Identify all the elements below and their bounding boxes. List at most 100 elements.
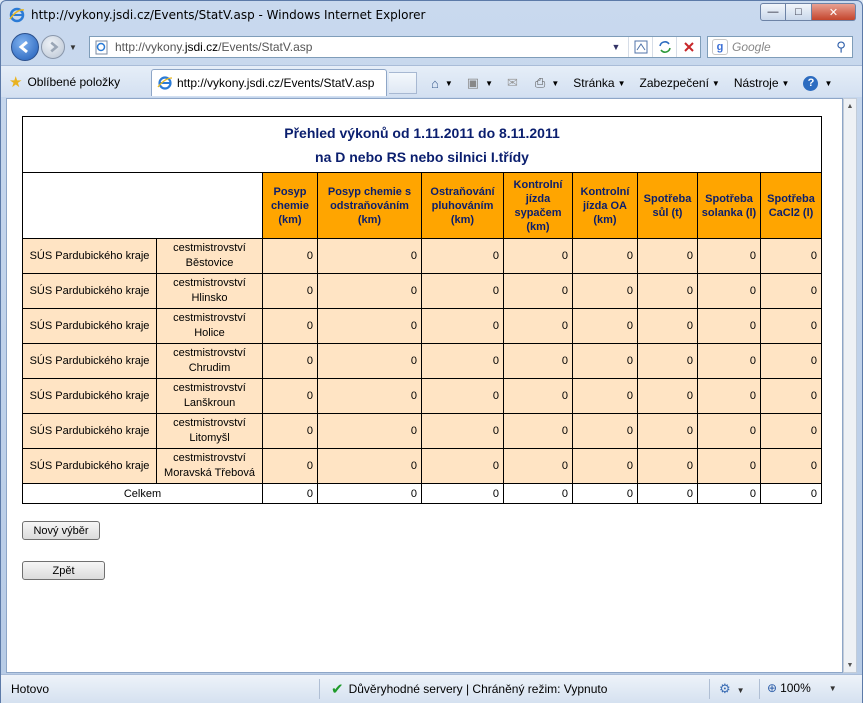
org-cell: SÚS Pardubického kraje <box>22 343 157 379</box>
org-cell: SÚS Pardubického kraje <box>22 448 157 484</box>
value-cell: 0 <box>503 343 573 379</box>
value-cell: 0 <box>760 308 822 344</box>
minimize-button[interactable]: — <box>760 3 786 21</box>
value-cell: 0 <box>572 448 638 484</box>
value-cell: 0 <box>421 308 504 344</box>
url-text[interactable]: http://vykony.jsdi.cz/Events/StatV.asp <box>115 40 604 54</box>
unit-name: Lanškroun <box>183 397 236 409</box>
table-row: SÚS Pardubického kraje cestmistrovství Lan… <box>22 378 822 414</box>
google-icon[interactable]: g <box>712 39 728 55</box>
forward-button[interactable] <box>41 35 65 59</box>
value-cell: 0 <box>697 238 761 274</box>
value-cell: 0 <box>503 238 573 274</box>
history-dropdown-icon[interactable]: ▼ <box>69 43 77 52</box>
value-cell: 0 <box>317 378 422 414</box>
tab-current[interactable]: http://vykony.jsdi.cz/Events/StatV.asp <box>151 69 387 96</box>
tab-row: ★ Oblíbené položky http://vykony.jsdi.cz… <box>1 65 862 97</box>
tools-menu[interactable]: Nástroje ▼ <box>734 76 790 90</box>
value-cell: 0 <box>637 238 698 274</box>
table-body: SÚS Pardubického kraje cestmistrovství Běs… <box>22 238 822 484</box>
favorites-button[interactable]: ★ Oblíbené položky <box>9 72 120 92</box>
url-prefix: http://vykony. <box>115 40 185 54</box>
print-dropdown-icon[interactable]: ▼ <box>551 79 559 88</box>
search-box[interactable]: g Google ⚲ <box>707 36 853 58</box>
back-page-button[interactable]: Zpět <box>22 561 105 580</box>
help-button[interactable]: ? ▼ <box>803 75 833 91</box>
mail-button[interactable]: ✉ <box>507 75 521 91</box>
home-dropdown-icon[interactable]: ▼ <box>445 79 453 88</box>
page-menu[interactable]: Stránka ▼ <box>573 76 625 90</box>
page-menu-label: Stránka <box>573 76 615 90</box>
command-bar: ⌂ ▼ ▣ ▼ ✉ ⎙ ▼ Stránka ▼ Zabezpečení ▼ Nástroj… <box>431 72 846 94</box>
address-dropdown-icon[interactable]: ▼ <box>604 37 628 57</box>
search-input[interactable]: Google <box>732 40 830 54</box>
home-icon: ⌂ <box>431 75 439 91</box>
favorites-star-icon: ★ <box>9 74 23 91</box>
new-selection-button[interactable]: Nový výběr <box>22 521 100 540</box>
value-cell: 0 <box>572 308 638 344</box>
feeds-button[interactable]: ▣ ▼ <box>467 75 493 91</box>
value-cell: 0 <box>760 273 822 309</box>
total-cell: 0 <box>572 483 638 504</box>
report-title-cell: Přehled výkonů od 1.11.2011 do 8.11.2011… <box>22 116 822 173</box>
stop-icon[interactable] <box>676 37 700 57</box>
compatibility-view-icon[interactable] <box>628 37 652 57</box>
protected-mode-button[interactable]: ⚙ ▼ <box>719 681 745 697</box>
window-title: http://vykony.jsdi.cz/Events/StatV.asp -… <box>31 8 426 22</box>
vertical-scrollbar[interactable]: ▲ ▼ <box>843 98 857 673</box>
table-row: SÚS Pardubického kraje cestmistrovství Hli… <box>22 273 822 309</box>
unit-cell: cestmistrovství Holice <box>156 308 263 344</box>
zoom-icon: ⊕ <box>767 681 778 695</box>
column-header-row: Posyp chemie (km) Posyp chemie s odstraň… <box>22 172 822 239</box>
address-bar[interactable]: http://vykony.jsdi.cz/Events/StatV.asp ▼ <box>89 36 701 58</box>
page-menu-dropdown-icon: ▼ <box>617 78 626 88</box>
value-cell: 0 <box>760 448 822 484</box>
value-cell: 0 <box>697 413 761 449</box>
back-button[interactable] <box>11 33 39 61</box>
unit-name: Běstovice <box>185 257 234 269</box>
report-table: Přehled výkonů od 1.11.2011 do 8.11.2011… <box>22 116 822 504</box>
security-zone[interactable]: ✔ Důvěryhodné servery | Chráněný režim: … <box>331 680 607 698</box>
total-cell: 0 <box>697 483 761 504</box>
value-cell: 0 <box>760 378 822 414</box>
print-button[interactable]: ⎙ ▼ <box>535 75 559 91</box>
safety-menu-dropdown-icon: ▼ <box>711 78 720 88</box>
table-row: SÚS Pardubického kraje cestmistrovství Chr… <box>22 343 822 379</box>
value-cell: 0 <box>421 343 504 379</box>
status-text: Hotovo <box>11 682 50 696</box>
zoom-button[interactable]: ⊕ 100% ▼ <box>767 681 837 695</box>
value-cell: 0 <box>572 238 638 274</box>
value-cell: 0 <box>262 238 318 274</box>
maximize-button[interactable]: □ <box>786 3 812 21</box>
value-cell: 0 <box>637 378 698 414</box>
scroll-down-icon[interactable]: ▼ <box>844 658 856 672</box>
col-header: Spotřeba sůl (t) <box>637 172 698 239</box>
value-cell: 0 <box>262 273 318 309</box>
new-tab-button[interactable] <box>389 72 417 94</box>
value-cell: 0 <box>572 413 638 449</box>
scroll-up-icon[interactable]: ▲ <box>844 99 856 113</box>
forward-arrow-icon <box>50 41 59 53</box>
total-cell: 0 <box>421 483 504 504</box>
home-button[interactable]: ⌂ ▼ <box>431 76 453 91</box>
unit-cell: cestmistrovství Chrudim <box>156 343 263 379</box>
help-dropdown-icon: ▼ <box>824 78 833 88</box>
window-controls: — □ ✕ <box>760 3 856 21</box>
refresh-icon[interactable] <box>652 37 676 57</box>
unit-type: cestmistrovství <box>173 452 246 464</box>
close-button[interactable]: ✕ <box>812 3 856 21</box>
unit-type: cestmistrovství <box>173 277 246 289</box>
printer-icon: ⎙ <box>534 75 546 90</box>
value-cell: 0 <box>503 308 573 344</box>
value-cell: 0 <box>317 308 422 344</box>
value-cell: 0 <box>262 378 318 414</box>
safety-menu[interactable]: Zabezpečení ▼ <box>640 76 720 90</box>
value-cell: 0 <box>697 378 761 414</box>
value-cell: 0 <box>503 448 573 484</box>
mail-icon: ✉ <box>507 75 518 90</box>
feeds-dropdown-icon[interactable]: ▼ <box>485 79 493 88</box>
table-row: SÚS Pardubického kraje cestmistrovství Běs… <box>22 238 822 274</box>
search-icon[interactable]: ⚲ <box>830 39 852 55</box>
col-header: Spotřeba solanka (l) <box>697 172 761 239</box>
tab-page-icon <box>157 76 173 90</box>
